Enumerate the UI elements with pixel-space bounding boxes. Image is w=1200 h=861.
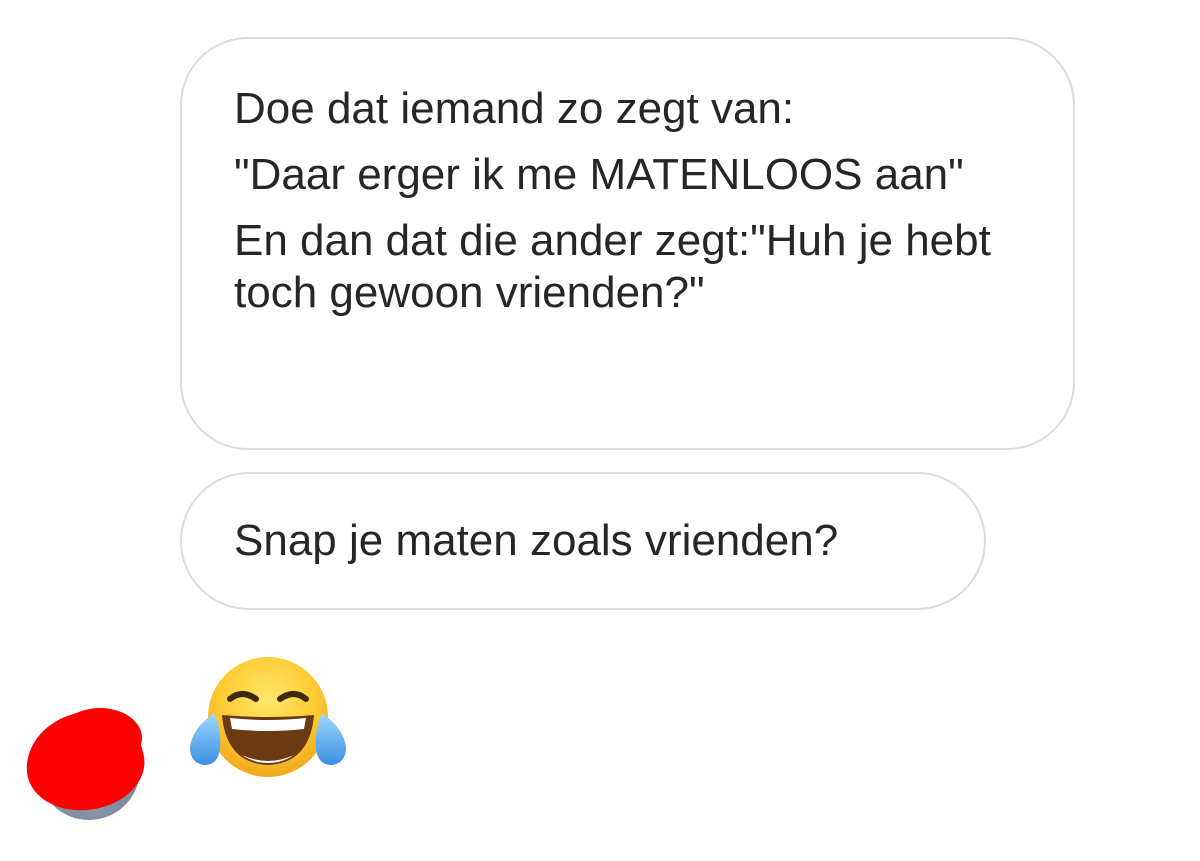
message-thread: Doe dat iemand zo zegt van: "Daar erger … — [0, 0, 1200, 861]
message-bubble[interactable]: Doe dat iemand zo zegt van: "Daar erger … — [180, 37, 1075, 450]
message-bubble[interactable]: Snap je maten zoals vrienden? — [180, 472, 986, 610]
redaction-mark — [58, 708, 142, 768]
message-line: "Daar erger ik me MATENLOOS aan" — [234, 150, 964, 199]
message-text: Snap je maten zoals vrienden? — [234, 516, 839, 565]
message-line: En dan dat die ander zegt:"Huh je hebt t… — [234, 216, 991, 317]
message-line: Doe dat iemand zo zegt van: — [234, 84, 795, 133]
face-with-tears-of-joy-icon[interactable] — [184, 655, 354, 785]
